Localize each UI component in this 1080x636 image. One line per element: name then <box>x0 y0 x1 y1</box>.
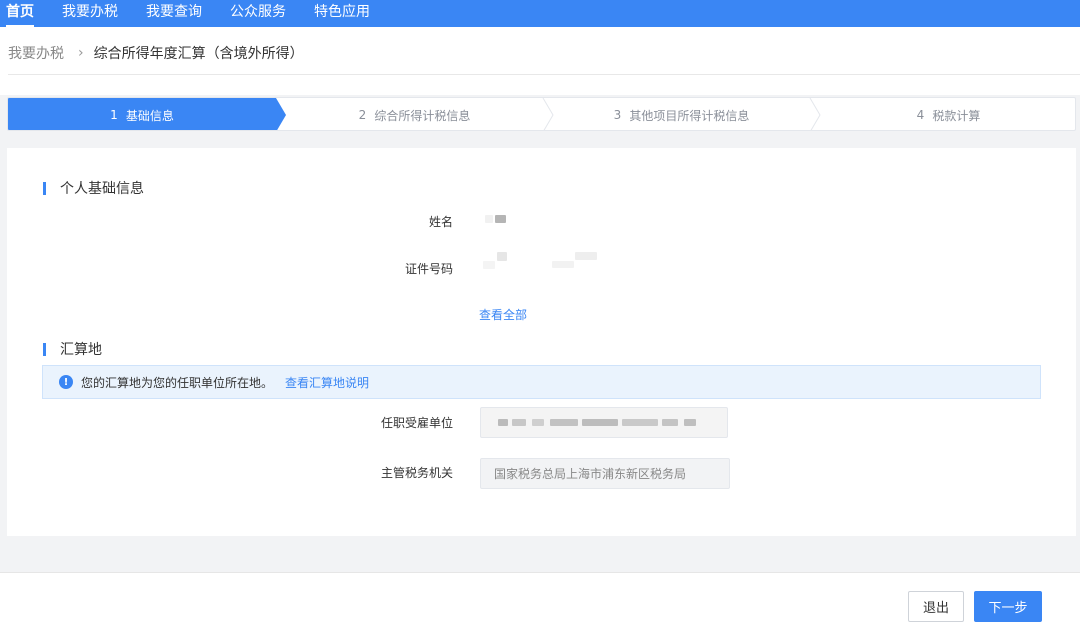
step-number: 4 <box>916 108 925 122</box>
step-1[interactable]: 1 基础信息 <box>8 98 276 130</box>
top-nav: 首页 我要办税 我要查询 公众服务 特色应用 <box>0 0 1080 27</box>
step-label: 税款计算 <box>932 108 981 123</box>
section-accent-bar <box>43 181 46 195</box>
exit-button[interactable]: 退出 <box>908 591 964 622</box>
nav-item-tax-handling[interactable]: 我要办税 <box>62 0 118 27</box>
breadcrumb-divider <box>8 74 1080 75</box>
step-number: 2 <box>358 108 367 122</box>
breadcrumb-current: 综合所得年度汇算（含境外所得） <box>93 46 304 62</box>
breadcrumb-separator-icon: › <box>78 45 84 61</box>
breadcrumb-parent-link[interactable]: 我要办税 <box>8 43 64 63</box>
breadcrumb-area: 我要办税 › 综合所得年度汇算（含境外所得） <box>0 27 1080 95</box>
view-all-link[interactable]: 查看全部 <box>479 306 527 323</box>
section-settlement-title: 汇算地 <box>43 339 102 359</box>
nav-item-public-service[interactable]: 公众服务 <box>230 0 286 27</box>
breadcrumb: 我要办税 › 综合所得年度汇算（含境外所得） <box>8 43 304 63</box>
step-3[interactable]: 3 其他项目所得计税信息 <box>553 98 810 130</box>
step-divider-chevron <box>809 98 821 130</box>
employer-field[interactable] <box>480 407 728 438</box>
step-progress: 1 基础信息 2 综合所得计税信息 3 其他项目所得计税信息 4 税款计算 <box>7 97 1076 131</box>
nav-item-special-apps[interactable]: 特色应用 <box>314 0 370 27</box>
step-4[interactable]: 4 税款计算 <box>820 98 1075 130</box>
bottom-action-bar: 退出 下一步 <box>0 572 1080 636</box>
step-number: 1 <box>110 108 118 122</box>
employer-value-masked <box>494 417 714 429</box>
id-number-label: 证件号码 <box>404 262 453 276</box>
form-card: 个人基础信息 姓名 证件号码 查看全部 汇算地 ! 您的汇算地为您的任职单位所在… <box>7 148 1076 536</box>
step-label: 其他项目所得计税信息 <box>629 108 750 123</box>
section-title-text: 汇算地 <box>60 342 102 358</box>
tax-authority-field[interactable]: 国家税务总局上海市浦东新区税务局 <box>480 458 730 489</box>
section-accent-bar <box>43 342 46 356</box>
tax-authority-value: 国家税务总局上海市浦东新区税务局 <box>494 467 687 481</box>
step-divider-chevron <box>542 98 554 130</box>
name-label: 姓名 <box>428 215 453 229</box>
step-label: 基础信息 <box>125 108 174 123</box>
employer-label: 任职受雇单位 <box>380 416 453 430</box>
nav-item-home[interactable]: 首页 <box>6 0 34 27</box>
step-2[interactable]: 2 综合所得计税信息 <box>286 98 543 130</box>
settlement-info-alert: ! 您的汇算地为您的任职单位所在地。 查看汇算地说明 <box>42 365 1041 399</box>
tax-authority-label: 主管税务机关 <box>380 466 453 480</box>
step-number: 3 <box>613 108 622 122</box>
step-label: 综合所得计税信息 <box>374 108 471 123</box>
settlement-info-text: 您的汇算地为您的任职单位所在地。 <box>81 375 274 390</box>
info-icon: ! <box>59 375 73 389</box>
section-personal-info-title: 个人基础信息 <box>43 178 144 198</box>
next-step-button[interactable]: 下一步 <box>974 591 1042 622</box>
settlement-info-link[interactable]: 查看汇算地说明 <box>285 374 369 391</box>
section-title-text: 个人基础信息 <box>60 181 144 197</box>
nav-item-query[interactable]: 我要查询 <box>146 0 202 27</box>
